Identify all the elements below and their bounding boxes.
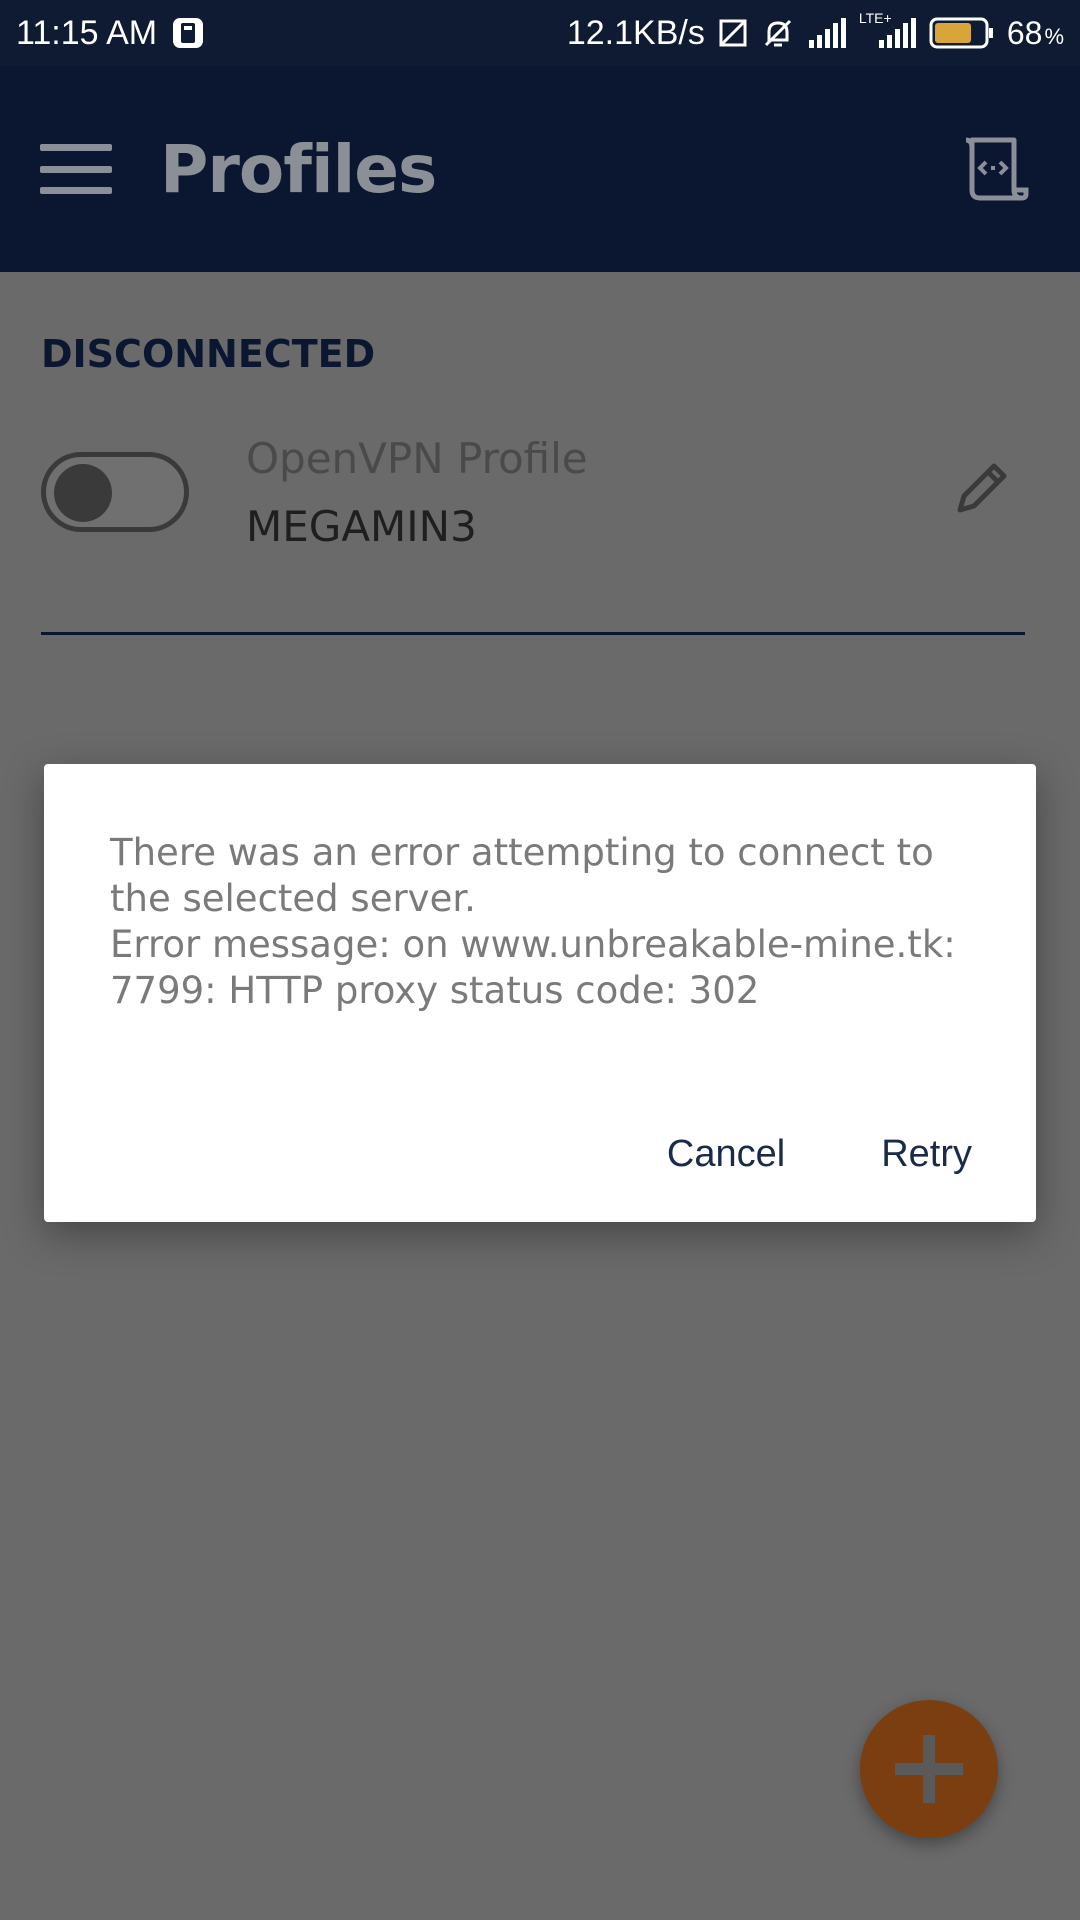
mute-bell-icon <box>761 16 795 50</box>
vpn-connect-toggle[interactable] <box>41 452 189 532</box>
error-dialog: There was an error attempting to connect… <box>44 764 1036 1222</box>
battery-percent: 68% <box>1007 15 1064 52</box>
add-profile-button[interactable] <box>860 1700 998 1838</box>
profile-type-label: OpenVPN Profile <box>246 434 588 483</box>
cancel-button[interactable]: Cancel <box>667 1133 785 1176</box>
status-bar: 11:15 AM 12.1KB/s LTE+ 68% <box>0 0 1080 66</box>
log-scroll-icon[interactable] <box>958 132 1030 204</box>
battery-percent-unit: % <box>1044 23 1064 49</box>
status-right: 12.1KB/s LTE+ 68% <box>566 10 1064 53</box>
lte-signal-icon: LTE+ <box>859 10 917 48</box>
profile-name[interactable]: MEGAMIN3 <box>246 502 477 551</box>
edit-pencil-icon[interactable] <box>950 456 1014 520</box>
profile-divider <box>41 632 1025 635</box>
plus-icon <box>895 1735 963 1803</box>
battery-icon <box>929 16 995 50</box>
app-bar: Profiles <box>0 66 1080 272</box>
network-speed: 12.1KB/s <box>566 13 705 52</box>
sim-card-icon <box>171 16 205 50</box>
status-left: 11:15 AM <box>16 14 205 53</box>
hamburger-menu-icon[interactable] <box>40 144 112 194</box>
toggle-knob <box>54 464 112 522</box>
page-title: Profiles <box>160 130 437 208</box>
battery-percent-value: 68 <box>1006 14 1043 51</box>
signal-icon <box>807 18 847 48</box>
status-time: 11:15 AM <box>16 13 158 52</box>
connection-status-header: DISCONNECTED <box>41 332 376 376</box>
network-type: LTE+ <box>858 10 892 26</box>
retry-button[interactable]: Retry <box>881 1133 972 1176</box>
dialog-message: There was an error attempting to connect… <box>110 831 956 1012</box>
no-sim-icon <box>717 17 749 49</box>
dialog-actions: Cancel Retry <box>667 1133 972 1176</box>
